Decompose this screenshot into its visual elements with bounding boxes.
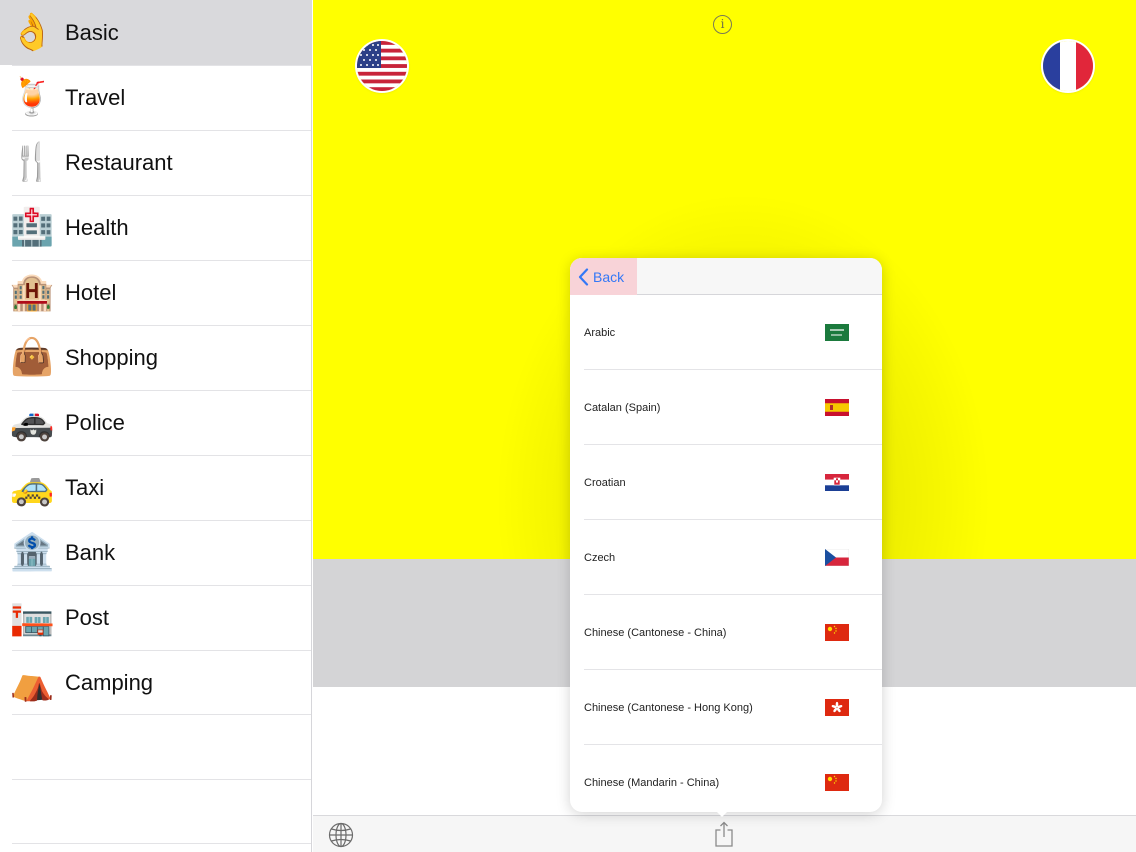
language-row-croatian[interactable]: Croatian <box>570 445 882 520</box>
language-row-cantonese-hong-kong[interactable]: Chinese (Cantonese - Hong Kong) <box>570 670 882 745</box>
czech-flag-icon <box>825 549 849 566</box>
language-name: Arabic <box>584 326 616 339</box>
sidebar-item-label: Shopping <box>65 344 158 370</box>
handbag-icon: 👜 <box>9 336 55 378</box>
language-row-catalan[interactable]: Catalan (Spain) <box>570 370 882 445</box>
sidebar-item-hotel[interactable]: 🏨 Hotel <box>0 260 312 325</box>
sidebar-item-label: Hotel <box>65 279 117 305</box>
fork-knife-icon: 🍴 <box>9 141 55 183</box>
sidebar-item-label: Travel <box>65 84 126 110</box>
hong-kong-flag-icon <box>825 699 849 716</box>
language-name: Croatian <box>584 476 626 489</box>
language-row-mandarin-china[interactable]: Chinese (Mandarin - China) <box>570 745 882 812</box>
saudi-arabia-flag-icon <box>825 324 849 341</box>
police-car-icon: 🚓 <box>9 401 55 443</box>
sidebar-item-label: Police <box>65 409 125 435</box>
language-name: Chinese (Cantonese - China) <box>584 626 727 639</box>
taxi-icon: 🚕 <box>9 466 55 508</box>
sidebar-item-post[interactable]: 🏣 Post <box>0 585 312 650</box>
sidebar-item-label: Health <box>65 214 129 240</box>
sidebar-item-label: Basic <box>65 19 119 45</box>
language-name: Czech <box>584 551 616 564</box>
back-button[interactable]: Back <box>570 258 637 295</box>
sidebar-item-police[interactable]: 🚓 Police <box>0 390 312 455</box>
tent-icon: ⛺ <box>9 661 55 703</box>
language-name: Chinese (Cantonese - Hong Kong) <box>584 701 753 714</box>
france-flag-icon[interactable] <box>1043 41 1093 91</box>
sidebar-item-label: Bank <box>65 539 116 565</box>
hotel-icon: 🏨 <box>9 271 55 313</box>
post-office-icon: 🏣 <box>9 596 55 638</box>
tropical-drink-icon: 🍹 <box>9 76 55 118</box>
china-flag-icon <box>825 624 849 641</box>
ok-hand-icon: 👌 <box>9 11 55 53</box>
us-flag-icon[interactable] <box>357 41 407 91</box>
share-icon[interactable] <box>714 821 734 847</box>
info-icon[interactable]: i <box>713 15 732 34</box>
globe-icon[interactable] <box>328 822 354 848</box>
sidebar-item-taxi[interactable]: 🚕 Taxi <box>0 455 312 520</box>
sidebar-item-health[interactable]: 🏥 Health <box>0 195 312 260</box>
croatia-flag-icon <box>825 474 849 491</box>
divider <box>12 779 311 780</box>
divider <box>12 714 311 715</box>
popover-nav-bar: Back <box>570 258 882 295</box>
hospital-icon: 🏥 <box>9 206 55 248</box>
sidebar-item-travel[interactable]: 🍹 Travel <box>0 65 312 130</box>
sidebar-item-label: Post <box>65 604 110 630</box>
bottom-toolbar <box>313 815 1136 852</box>
language-row-arabic[interactable]: Arabic <box>570 295 882 370</box>
language-row-czech[interactable]: Czech <box>570 520 882 595</box>
popover-arrow <box>713 808 731 817</box>
sidebar-item-basic[interactable]: 👌 Basic <box>0 0 312 65</box>
back-label: Back <box>593 268 625 285</box>
sidebar-item-camping[interactable]: ⛺ Camping <box>0 650 312 715</box>
bank-icon: 🏦 <box>9 531 55 573</box>
divider <box>12 843 311 844</box>
language-row-cantonese-china[interactable]: Chinese (Cantonese - China) <box>570 595 882 670</box>
sidebar-item-shopping[interactable]: 👜 Shopping <box>0 325 312 390</box>
category-sidebar: 👌 Basic 🍹 Travel 🍴 Restaurant 🏥 Health 🏨… <box>0 0 312 852</box>
language-name: Chinese (Mandarin - China) <box>584 776 720 789</box>
china-flag-icon <box>825 774 849 791</box>
sidebar-item-label: Taxi <box>65 474 105 500</box>
spain-flag-icon <box>825 399 849 416</box>
sidebar-item-restaurant[interactable]: 🍴 Restaurant <box>0 130 312 195</box>
sidebar-item-label: Camping <box>65 669 154 695</box>
language-picker-popover: Back Arabic Catalan (Spain) Croatian Cze… <box>570 258 882 812</box>
sidebar-item-bank[interactable]: 🏦 Bank <box>0 520 312 585</box>
language-name: Catalan (Spain) <box>584 401 661 414</box>
sidebar-item-label: Restaurant <box>65 149 173 175</box>
chevron-left-icon <box>578 267 589 286</box>
